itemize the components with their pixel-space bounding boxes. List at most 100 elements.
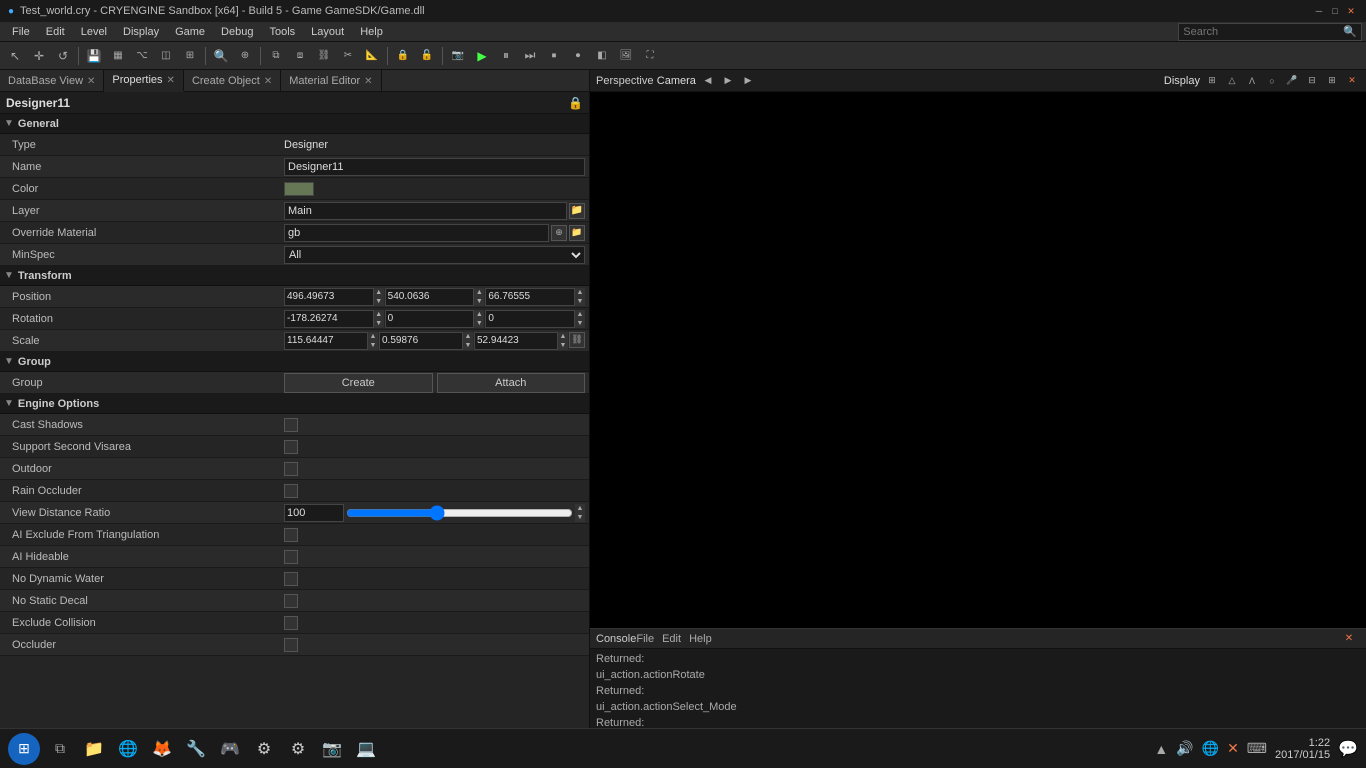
prop-outdoor-checkbox[interactable] — [284, 462, 298, 476]
tool-k[interactable]: 📐 — [361, 45, 383, 67]
prop-material-input[interactable] — [284, 224, 549, 242]
taskbar-notification-icon[interactable]: 💬 — [1338, 739, 1358, 759]
move-tool-btn[interactable]: ✛ — [28, 45, 50, 67]
section-engine-options[interactable]: ▼ Engine Options — [0, 394, 589, 414]
viewport-display-btn-3[interactable]: Λ — [1244, 73, 1260, 89]
tab-create-object[interactable]: Create Object ✕ — [184, 70, 281, 92]
prop-position-x[interactable] — [284, 288, 374, 306]
camera-label[interactable]: Camera — [657, 75, 696, 87]
tab-database-view-close[interactable]: ✕ — [87, 76, 95, 87]
prop-color-swatch[interactable] — [284, 182, 314, 196]
spin-rz-down[interactable]: ▼ — [575, 319, 585, 328]
taskbar-chrome-btn[interactable]: 🌐 — [114, 735, 142, 763]
lock-btn[interactable]: 🔒 — [392, 45, 414, 67]
tool-h[interactable]: ⧈ — [289, 45, 311, 67]
spin-rx-up[interactable]: ▲ — [374, 310, 384, 319]
scale-link-btn[interactable]: ⛓ — [569, 332, 585, 348]
spin-px-up[interactable]: ▲ — [374, 288, 384, 297]
taskbar-start-btn[interactable]: ⊞ — [8, 733, 40, 765]
viewport-close-btn[interactable]: ✕ — [1344, 73, 1360, 89]
taskbar-media-btn[interactable]: 📷 — [318, 735, 346, 763]
menu-edit[interactable]: Edit — [38, 22, 73, 41]
spin-sx-down[interactable]: ▼ — [368, 341, 378, 350]
taskbar-firefox-btn[interactable]: 🦊 — [148, 735, 176, 763]
tool-g[interactable]: ⧉ — [265, 45, 287, 67]
tool-d[interactable]: ⊞ — [179, 45, 201, 67]
play-btn[interactable]: ▶ — [471, 45, 493, 67]
prop-name-input[interactable] — [284, 158, 585, 176]
spin-pz-down[interactable]: ▼ — [575, 297, 585, 306]
prop-rain-occluder-checkbox[interactable] — [284, 484, 298, 498]
tab-create-object-close[interactable]: ✕ — [264, 76, 272, 87]
console-menu-help[interactable]: Help — [689, 633, 712, 645]
step-btn[interactable]: ⏭ — [519, 45, 541, 67]
viewport-display-btn-5[interactable]: 🎤 — [1284, 73, 1300, 89]
prop-no-dynamic-water-checkbox[interactable] — [284, 572, 298, 586]
menu-help[interactable]: Help — [352, 22, 391, 41]
taskbar-gamepad-btn[interactable]: 🎮 — [216, 735, 244, 763]
prop-support-second-visarea-checkbox[interactable] — [284, 440, 298, 454]
spin-vd-up[interactable]: ▲ — [575, 504, 585, 513]
prop-view-distance-ratio-slider[interactable] — [346, 506, 573, 520]
prop-ai-hideable-checkbox[interactable] — [284, 550, 298, 564]
taskbar-settings-btn[interactable]: ⚙ — [284, 735, 312, 763]
menu-display[interactable]: Display — [115, 22, 167, 41]
spin-pz-up[interactable]: ▲ — [575, 288, 585, 297]
console-menu-edit[interactable]: Edit — [662, 633, 681, 645]
viewport-display-btn-7[interactable]: ⊞ — [1324, 73, 1340, 89]
prop-rotation-y[interactable] — [385, 310, 475, 328]
window-controls[interactable]: ─ □ ✕ — [1312, 4, 1358, 18]
prop-scale-x[interactable] — [284, 332, 368, 350]
tool-m[interactable]: ⛶ — [639, 45, 661, 67]
viewport-cam-btn-3[interactable]: ▶ — [740, 73, 756, 89]
spin-sy-down[interactable]: ▼ — [463, 341, 473, 350]
spin-ry-down[interactable]: ▼ — [474, 319, 484, 328]
prop-position-y[interactable] — [385, 288, 475, 306]
menu-layout[interactable]: Layout — [303, 22, 352, 41]
tab-material-editor-close[interactable]: ✕ — [364, 76, 372, 87]
menu-level[interactable]: Level — [73, 22, 115, 41]
close-btn[interactable]: ✕ — [1344, 4, 1358, 18]
prop-scale-y[interactable] — [379, 332, 463, 350]
menu-file[interactable]: File — [4, 22, 38, 41]
spin-sz-up[interactable]: ▲ — [558, 332, 568, 341]
taskbar-tool-btn[interactable]: 🔧 — [182, 735, 210, 763]
prop-no-static-decal-checkbox[interactable] — [284, 594, 298, 608]
spin-rz-up[interactable]: ▲ — [575, 310, 585, 319]
group-create-btn[interactable]: Create — [284, 373, 433, 393]
pause-btn[interactable]: ⏸ — [495, 45, 517, 67]
prop-scale-z[interactable] — [474, 332, 558, 350]
spin-py-down[interactable]: ▼ — [474, 297, 484, 306]
tool-c[interactable]: ◫ — [155, 45, 177, 67]
spin-py-up[interactable]: ▲ — [474, 288, 484, 297]
spin-ry-up[interactable]: ▲ — [474, 310, 484, 319]
prop-minspec-select[interactable]: All — [284, 246, 585, 264]
tool-a[interactable]: ▦ — [107, 45, 129, 67]
layer-folder-btn[interactable]: 📁 — [569, 203, 585, 219]
unlock-btn[interactable]: 🔓 — [416, 45, 438, 67]
viewport-display-btn-1[interactable]: ⊞ — [1204, 73, 1220, 89]
prop-occluder-checkbox[interactable] — [284, 638, 298, 652]
record-btn[interactable]: ⏺ — [567, 45, 589, 67]
viewport-display-btn-2[interactable]: △ — [1224, 73, 1240, 89]
prop-position-z[interactable] — [485, 288, 575, 306]
prop-rotation-z[interactable] — [485, 310, 575, 328]
material-btn-2[interactable]: 📁 — [569, 225, 585, 241]
screenshot-btn[interactable]: 🖼 — [615, 45, 637, 67]
spin-sz-down[interactable]: ▼ — [558, 341, 568, 350]
taskbar-taskview-btn[interactable]: ⧉ — [46, 735, 74, 763]
tool-i[interactable]: ⛓ — [313, 45, 335, 67]
search-box[interactable]: 🔍 — [1178, 23, 1362, 41]
section-transform[interactable]: ▼ Transform — [0, 266, 589, 286]
camera-btn[interactable]: 📷 — [447, 45, 469, 67]
section-general[interactable]: ▼ General — [0, 114, 589, 134]
save-btn[interactable]: 💾 — [83, 45, 105, 67]
section-group[interactable]: ▼ Group — [0, 352, 589, 372]
search-input[interactable] — [1183, 26, 1343, 38]
undo-btn[interactable]: ↺ — [52, 45, 74, 67]
tab-database-view[interactable]: DataBase View ✕ — [0, 70, 104, 92]
spin-vd-down[interactable]: ▼ — [575, 513, 585, 522]
tool-f[interactable]: ⊕ — [234, 45, 256, 67]
taskbar-terminal-btn[interactable]: 💻 — [352, 735, 380, 763]
viewport-display-btn-6[interactable]: ⊟ — [1304, 73, 1320, 89]
